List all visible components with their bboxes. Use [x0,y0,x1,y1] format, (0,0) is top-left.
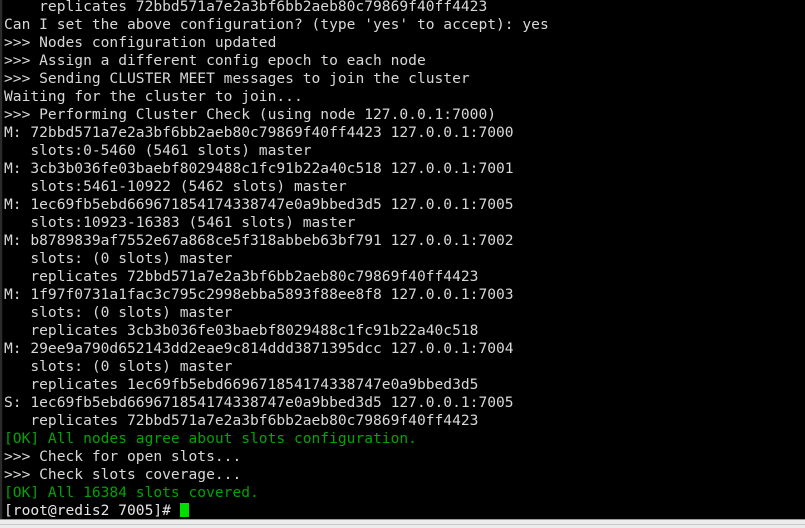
terminal-line: M: 3cb3b036fe03baebf8029488c1fc91b22a40c… [4,160,514,177]
terminal-line: S: 1ec69fb5ebd669671854174338747e0a9bbed… [4,394,514,411]
terminal-line: M: 29ee9a790d652143dd2eae9c814ddd3871395… [4,340,514,357]
terminal-window[interactable]: replicates 72bbd571a7e2a3bf6bb2aeb80c798… [0,0,805,528]
terminal-line: M: 1f97f0731a1fac3c795c2998ebba5893f88ee… [4,286,514,303]
terminal-line: M: 72bbd571a7e2a3bf6bb2aeb80c79869f40ff4… [4,124,514,141]
terminal-line: replicates 72bbd571a7e2a3bf6bb2aeb80c798… [4,412,479,429]
terminal-line: >>> Assign a different config epoch to e… [4,52,426,69]
window-frame-left-edge [0,0,3,519]
terminal-line: [OK] All 16384 slots covered. [4,484,259,501]
terminal-line: slots:5461-10922 (5462 slots) master [4,178,347,195]
terminal-line: M: 1ec69fb5ebd669671854174338747e0a9bbed… [4,196,514,213]
terminal-prompt-line[interactable]: [root@redis2 7005]# [4,502,805,519]
terminal-line: slots: (0 slots) master [4,250,233,267]
terminal-line: >>> Sending CLUSTER MEET messages to joi… [4,70,470,87]
terminal-line: [OK] All nodes agree about slots configu… [4,430,417,447]
cursor-block [179,503,189,517]
terminal-line: slots: (0 slots) master [4,358,233,375]
terminal-output: replicates 72bbd571a7e2a3bf6bb2aeb80c798… [4,0,805,502]
terminal-line: >>> Nodes configuration updated [4,34,277,51]
terminal-line: Waiting for the cluster to join... [4,88,303,105]
terminal-line: replicates 3cb3b036fe03baebf8029488c1fc9… [4,322,479,339]
terminal-screen[interactable]: replicates 72bbd571a7e2a3bf6bb2aeb80c798… [4,0,805,519]
terminal-line: M: b8789839af7552e67a868ce5f318abbeb63bf… [4,232,514,249]
terminal-line: slots:0-5460 (5461 slots) master [4,142,312,159]
terminal-line: >>> Check for open slots... [4,448,242,465]
terminal-line: >>> Performing Cluster Check (using node… [4,106,497,123]
terminal-line: slots: (0 slots) master [4,304,233,321]
terminal-line: >>> Check slots coverage... [4,466,242,483]
chrome-divider [0,524,805,525]
terminal-line: replicates 1ec69fb5ebd669671854174338747… [4,376,479,393]
terminal-line: replicates 72bbd571a7e2a3bf6bb2aeb80c798… [4,268,479,285]
prompt-text: [root@redis2 7005]# [4,502,180,519]
terminal-line: Can I set the above configuration? (type… [4,16,549,33]
terminal-line: replicates 72bbd571a7e2a3bf6bb2aeb80c798… [4,0,488,15]
terminal-line: slots:10923-16383 (5461 slots) master [4,214,356,231]
window-chrome-bottom [0,519,805,528]
